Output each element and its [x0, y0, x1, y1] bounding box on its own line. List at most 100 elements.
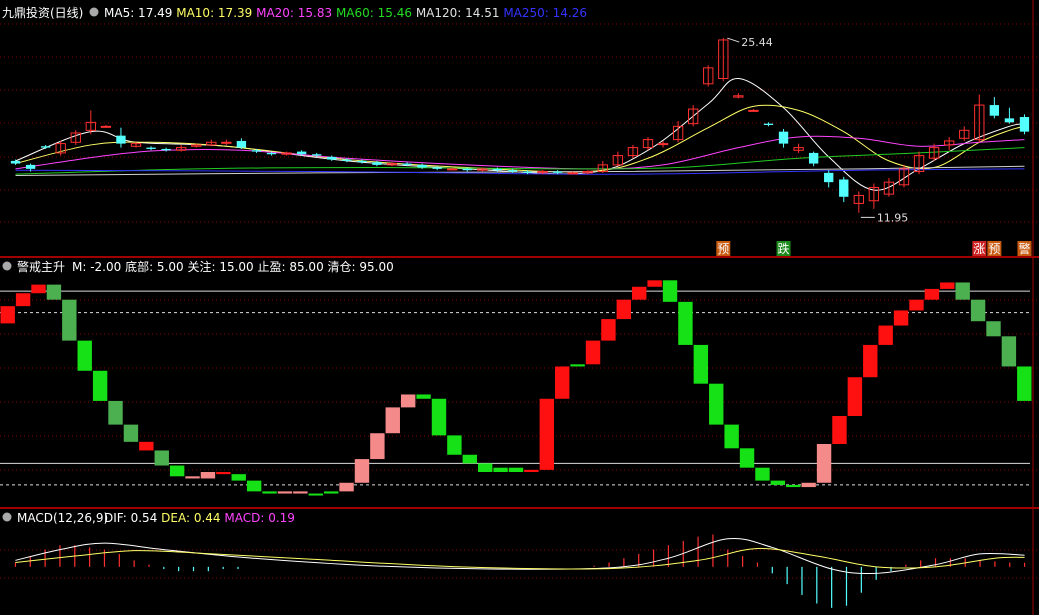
candle-body [1004, 118, 1015, 123]
warning-bar [847, 377, 863, 416]
warning-bar [570, 364, 585, 367]
candle-body [25, 164, 36, 169]
warning-bar [477, 463, 493, 472]
candle-body [10, 160, 21, 164]
warning-bar [909, 299, 924, 311]
warning-bar [200, 472, 216, 479]
warning-bar [323, 491, 339, 494]
candle-body [989, 105, 1000, 116]
warning-bar [46, 284, 62, 300]
ma-legend-ma10: MA10: 17.39 [172, 6, 252, 20]
ma-legend-ma20: MA20: 15.83 [252, 6, 332, 20]
warning-bar [416, 394, 431, 399]
candle-body [146, 147, 156, 149]
warning-bar [493, 467, 508, 472]
warning-bar [893, 310, 909, 326]
candle-body [296, 151, 307, 155]
ma-legend-ma120: MA120: 14.51 [412, 6, 500, 20]
candle-body [657, 143, 669, 146]
warning-bar [123, 424, 139, 442]
warning-bar [15, 293, 31, 307]
candle-body [1019, 117, 1030, 132]
warning-bar [555, 366, 570, 399]
signal-badge-text: 跌 [778, 241, 790, 256]
candle-body [116, 135, 126, 144]
warning-bar [786, 484, 801, 488]
warning-bar [231, 474, 246, 481]
warning-bar [662, 280, 678, 302]
warning-bar [185, 476, 200, 479]
candle-body [357, 160, 367, 163]
warning-bar [308, 493, 323, 496]
warning-title: 警戒主升 [17, 259, 65, 274]
warning-bar [92, 370, 108, 401]
chevron-down-icon[interactable] [2, 261, 12, 271]
warning-bar [0, 306, 15, 324]
warning-bar [154, 450, 169, 466]
warning-bar [878, 325, 893, 345]
ma-legend-ma5: MA5: 17.49 [104, 6, 172, 20]
candle-body [312, 154, 322, 156]
warning-bar [955, 282, 970, 300]
candle-body [824, 172, 834, 183]
candle-body [417, 164, 427, 168]
warning-bar [370, 433, 385, 460]
chevron-down-icon[interactable] [2, 512, 12, 522]
stock-chart[interactable]: 25.4411.95 预跌涨预警 九鼎投资(日线) MA5: 17.49 MA1… [0, 0, 1039, 615]
warning-bar [508, 467, 524, 472]
warning-bar [262, 491, 277, 494]
candle-body [327, 156, 337, 160]
candle-body [507, 170, 518, 172]
warning-bar [339, 482, 354, 492]
warning-bar [108, 400, 123, 425]
signal-badge-text: 预 [717, 242, 729, 256]
candle-body [342, 159, 352, 161]
warning-bar [816, 444, 832, 483]
warning-bar [755, 467, 770, 481]
candle-body [748, 109, 759, 112]
macd-legend-dif: DIF: 0.54 [104, 511, 157, 525]
warning-bar [447, 435, 462, 455]
candle-body [251, 150, 262, 152]
warning-bar [277, 491, 293, 494]
macd-legend-macd: MACD: 0.19 [221, 511, 295, 525]
warning-bar [385, 407, 400, 434]
warning-bar [940, 282, 955, 289]
signal-badge-text: 预 [988, 242, 1000, 256]
ma-legend-ma60: MA60: 15.46 [332, 6, 412, 20]
candle-body [432, 167, 442, 169]
candle-body [236, 140, 247, 148]
warning-bar [139, 441, 154, 451]
warning-bar [693, 344, 709, 384]
warning-legend: M: -2.00 底部: 5.00 关注: 15.00 止盈: 85.00 清仓… [72, 259, 394, 274]
candle-body [161, 148, 171, 151]
candle-body [778, 131, 789, 144]
warning-bar [632, 286, 647, 300]
candle-body [552, 171, 563, 173]
candle-body [266, 152, 277, 155]
warning-bar [246, 480, 262, 492]
warning-bar [216, 472, 231, 475]
candle-body [221, 141, 232, 144]
warning-bar [601, 319, 616, 341]
chevron-down-icon[interactable] [89, 7, 99, 17]
candle-body [447, 168, 458, 171]
macd-legend: DIF: 0.54 DEA: 0.44 MACD: 0.19 [104, 511, 295, 525]
warning-bar [832, 416, 847, 444]
candle-body [522, 171, 533, 173]
warning-bar [31, 284, 46, 294]
warning-bar [924, 288, 940, 300]
warning-bar [354, 459, 370, 483]
warning-bar [524, 469, 539, 472]
stock-title: 九鼎投资(日线) [2, 5, 83, 20]
candle-body [372, 162, 382, 165]
high-price-label: 25.44 [741, 36, 773, 49]
warning-bar [616, 299, 632, 320]
warning-bar [863, 344, 878, 378]
candle-body [763, 123, 774, 126]
warning-bar [400, 394, 416, 408]
warning-bar [462, 454, 477, 464]
signal-badge-text: 警 [1018, 241, 1030, 256]
warning-bar [739, 448, 755, 468]
warning-bar [62, 299, 77, 341]
